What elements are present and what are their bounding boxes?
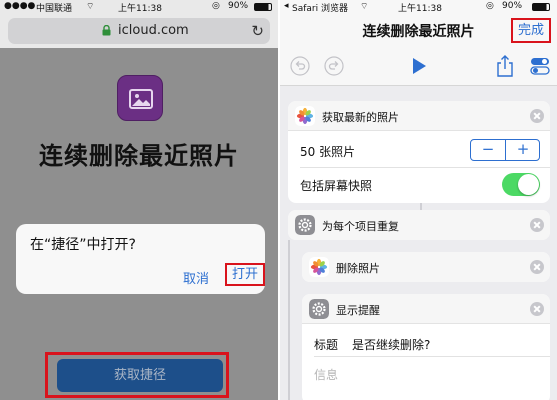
address-url: icloud.com [118,23,189,38]
action-header: 为每个项目重复 [288,210,550,240]
open-button[interactable]: 打开 [225,263,265,286]
alert-title-label: 标题 [314,338,339,352]
reload-icon[interactable]: ↻ [251,22,264,40]
action-title: 获取最新的照片 [322,111,399,124]
battery-icon [254,3,272,11]
gear-icon [295,215,315,235]
open-in-shortcuts-dialog: 在“捷径”中打开? 取消 打开 [16,224,265,294]
wifi-icon: ⌔ [360,2,369,12]
remove-action-icon[interactable] [530,260,544,274]
action-title: 显示提醒 [336,304,380,317]
action-delete-photos[interactable]: 删除照片 [302,252,550,282]
undo-icon[interactable] [290,56,310,76]
redo-icon[interactable] [324,56,344,76]
cancel-button[interactable]: 取消 [183,268,209,287]
right-screen: ◂ Safari 浏览器 ⌔ 上午11:38 ◎ 90% 连续删除最近照片 完成 [279,0,557,400]
alarm-icon: ◎ [212,1,220,11]
play-icon[interactable] [411,57,427,75]
status-time: 上午11:38 [398,4,442,14]
action-title: 删除照片 [336,262,380,275]
gear-icon [309,299,329,319]
dialog-question: 在“捷径”中打开? [30,237,136,253]
address-bar[interactable]: icloud.com ↻ [8,18,270,44]
lock-icon [102,25,111,36]
wifi-icon: ⌔ [86,2,95,12]
remove-action-icon[interactable] [530,218,544,232]
action-get-latest-photos[interactable]: 获取最新的照片 50 张照片 − + 包括屏幕快照 [288,101,550,203]
alarm-icon: ◎ [486,1,494,11]
action-repeat-each[interactable]: 为每个项目重复 [288,210,550,240]
include-screenshots-label: 包括屏幕快照 [300,179,373,193]
back-to-app-icon[interactable]: ◂ [284,1,289,11]
battery-icon [532,3,550,11]
back-app-label[interactable]: Safari 浏览器 [292,1,348,14]
status-bar: ◂ Safari 浏览器 ⌔ 上午11:38 ◎ 90% [280,0,557,14]
browser-toolbar: icloud.com ↻ [0,14,278,48]
settings-toggle-icon[interactable] [530,56,550,76]
battery-percent: 90% [228,1,249,11]
photo-count-label: 50 张照片 [300,145,356,159]
status-bar: ●●●● 中国联通 ⌔ 上午11:38 ◎ 90% [0,0,278,14]
stepper-minus-button[interactable]: − [471,140,505,160]
action-show-alert[interactable]: 显示提醒 标题 是否继续删除? 信息 [302,294,550,400]
stepper-plus-button[interactable]: + [506,140,540,160]
shortcut-app-icon [117,75,163,121]
status-time: 上午11:38 [118,4,162,14]
remove-action-icon[interactable] [530,302,544,316]
repeat-bracket-line [288,240,290,400]
editor-toolbar [280,48,557,86]
shortcut-title: 连续删除最近照片 [39,142,239,170]
remove-action-icon[interactable] [530,109,544,123]
action-title: 为每个项目重复 [322,220,399,233]
share-icon[interactable] [496,55,514,77]
photo-icon [129,89,153,109]
left-screen: ●●●● 中国联通 ⌔ 上午11:38 ◎ 90% icloud.com ↻ 连… [0,0,278,400]
battery-percent: 90% [502,1,523,11]
nav-bar: 连续删除最近照片 完成 [280,14,557,48]
done-button[interactable]: 完成 [511,18,551,43]
action-header: 获取最新的照片 [288,101,550,131]
photos-app-icon [295,106,315,126]
include-screenshots-toggle[interactable] [502,173,540,196]
carrier-label: 中国联通 [36,4,73,14]
alert-title-field[interactable]: 是否继续删除? [352,336,430,353]
get-shortcut-button[interactable]: 获取捷径 [57,359,223,392]
divider [300,167,550,168]
divider [314,356,550,357]
action-header: 删除照片 [302,252,550,282]
signal-icon: ●●●● [4,1,36,11]
action-header: 显示提醒 [302,294,550,324]
photo-count-stepper[interactable]: − + [470,139,540,161]
alert-message-field[interactable]: 信息 [314,366,338,383]
photos-app-icon [309,257,329,277]
